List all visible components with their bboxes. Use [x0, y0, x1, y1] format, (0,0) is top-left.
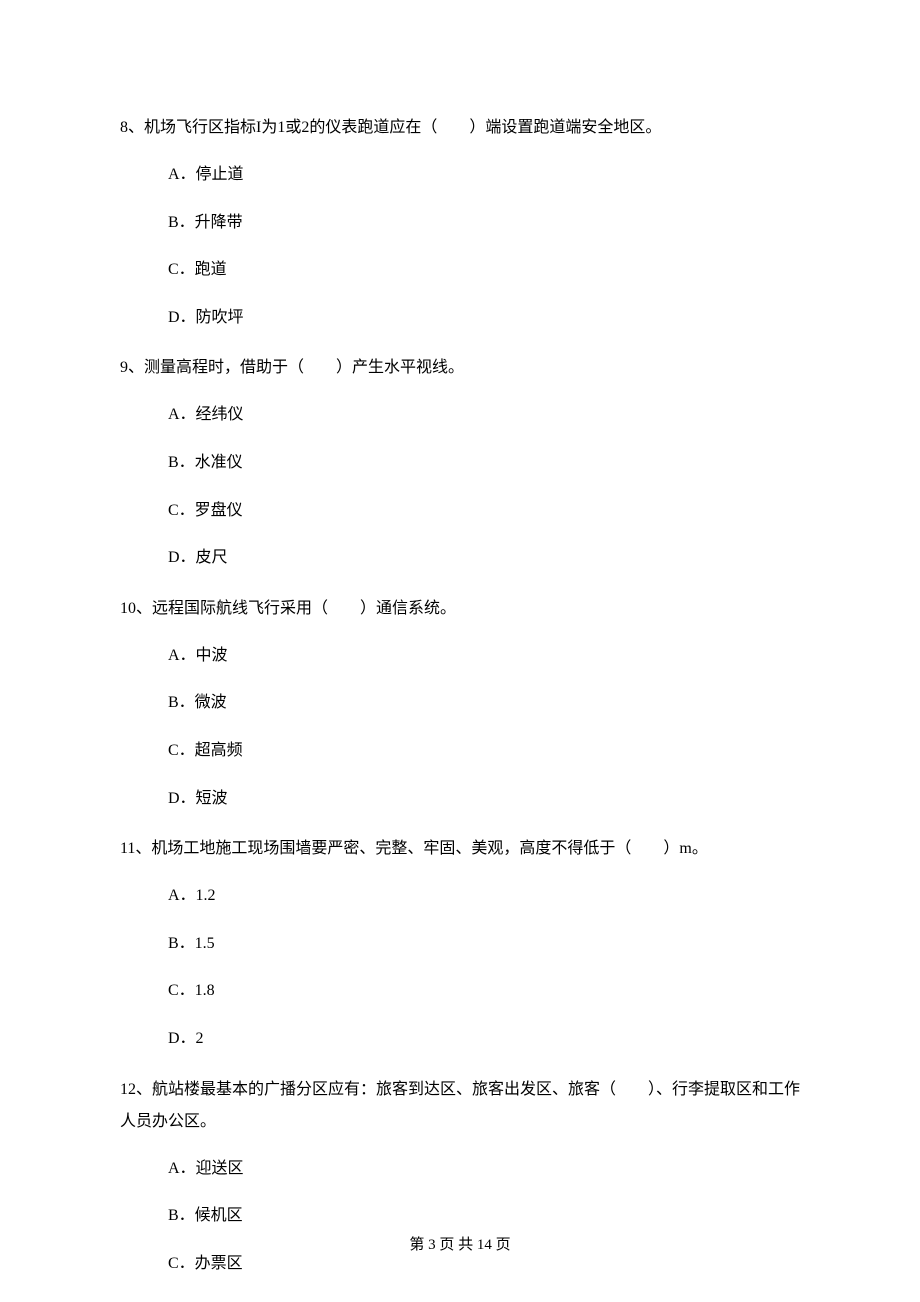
question-stem: 11、机场工地施工现场围墙要严密、完整、牢固、美观，高度不得低于（ ）m。: [120, 833, 800, 865]
question-stem: 8、机场飞行区指标I为1或2的仪表跑道应在（ ）端设置跑道端安全地区。: [120, 112, 800, 144]
option-b: B．候机区: [168, 1203, 800, 1229]
option-a: A．1.2: [168, 883, 800, 909]
options: A．中波 B．微波 C．超高频 D．短波: [120, 643, 800, 811]
option-c: C．超高频: [168, 738, 800, 764]
options: A．迎送区 B．候机区 C．办票区: [120, 1156, 800, 1277]
page: 8、机场飞行区指标I为1或2的仪表跑道应在（ ）端设置跑道端安全地区。 A．停止…: [0, 0, 920, 1302]
option-a: A．中波: [168, 643, 800, 669]
option-a: A．经纬仪: [168, 402, 800, 428]
question-stem: 9、测量高程时，借助于（ ）产生水平视线。: [120, 352, 800, 384]
page-footer: 第 3 页 共 14 页: [0, 1233, 920, 1254]
option-c: C．办票区: [168, 1251, 800, 1277]
option-d: D．皮尺: [168, 545, 800, 571]
options: A．停止道 B．升降带 C．跑道 D．防吹坪: [120, 162, 800, 330]
option-d: D．2: [168, 1026, 800, 1052]
question-11: 11、机场工地施工现场围墙要严密、完整、牢固、美观，高度不得低于（ ）m。 A．…: [120, 833, 800, 1051]
option-d: D．防吹坪: [168, 305, 800, 331]
question-stem: 10、远程国际航线飞行采用（ ）通信系统。: [120, 593, 800, 625]
options: A．经纬仪 B．水准仪 C．罗盘仪 D．皮尺: [120, 402, 800, 570]
option-c: C．1.8: [168, 978, 800, 1004]
option-a: A．迎送区: [168, 1156, 800, 1182]
option-b: B．水准仪: [168, 450, 800, 476]
option-b: B．微波: [168, 690, 800, 716]
option-b: B．1.5: [168, 931, 800, 957]
option-d: D．短波: [168, 786, 800, 812]
question-10: 10、远程国际航线飞行采用（ ）通信系统。 A．中波 B．微波 C．超高频 D．…: [120, 593, 800, 811]
question-stem: 12、航站楼最基本的广播分区应有：旅客到达区、旅客出发区、旅客（ ）、行李提取区…: [120, 1074, 800, 1138]
option-a: A．停止道: [168, 162, 800, 188]
options: A．1.2 B．1.5 C．1.8 D．2: [120, 883, 800, 1051]
option-c: C．跑道: [168, 257, 800, 283]
option-c: C．罗盘仪: [168, 498, 800, 524]
question-9: 9、测量高程时，借助于（ ）产生水平视线。 A．经纬仪 B．水准仪 C．罗盘仪 …: [120, 352, 800, 570]
question-8: 8、机场飞行区指标I为1或2的仪表跑道应在（ ）端设置跑道端安全地区。 A．停止…: [120, 112, 800, 330]
option-b: B．升降带: [168, 210, 800, 236]
